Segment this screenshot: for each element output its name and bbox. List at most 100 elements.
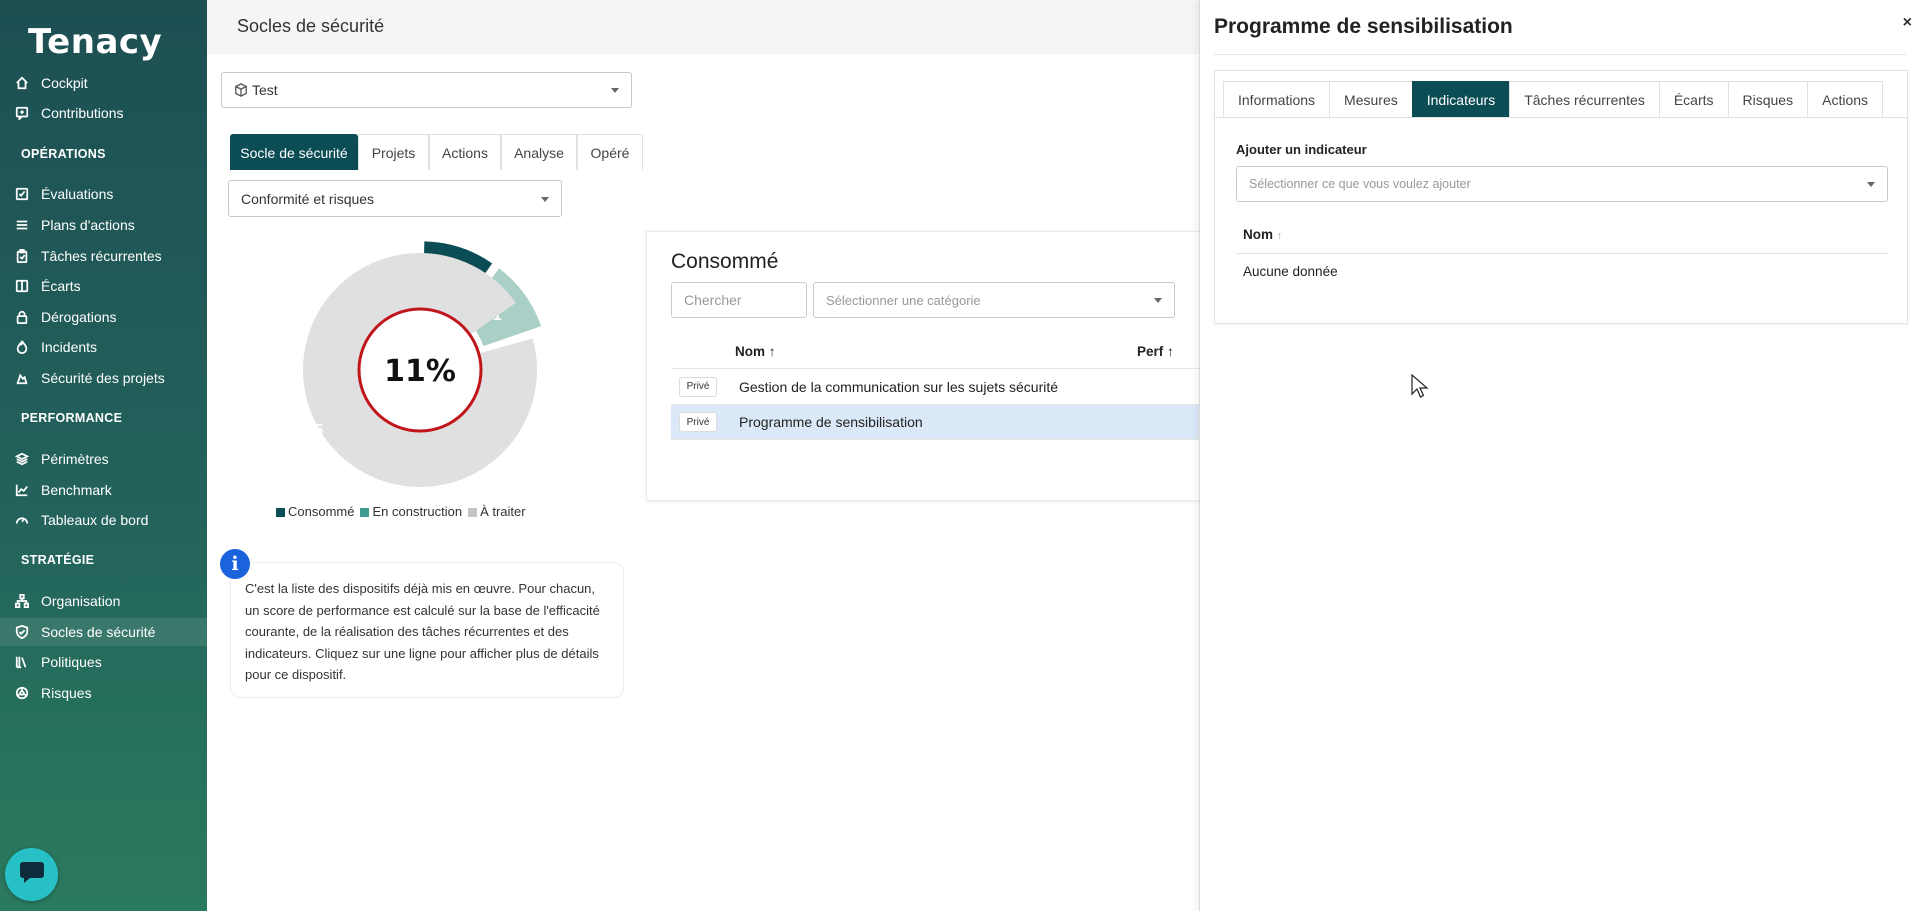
cube-icon [234,83,248,97]
chat-bubble-icon [18,859,46,890]
sidebar-item-label: Organisation [41,593,121,609]
chart-legend: Consommé En construction À traiter [276,504,526,519]
sidebar: Tenacy Cockpit Contributions OPÉRATIONS … [0,0,207,911]
sidebar-item-label: Périmètres [41,451,109,467]
legend-item-a-traiter: À traiter [468,504,526,519]
category-select[interactable]: Sélectionner une catégorie [813,282,1175,318]
tab-risques[interactable]: Risques [1727,81,1809,117]
sidebar-item-ecarts[interactable]: Écarts [0,272,207,300]
detail-panel: Programme de sensibilisation × Informati… [1199,0,1920,911]
risk-icon [14,685,30,701]
table-row[interactable]: Privé Programme de sensibilisation [671,404,1203,440]
tab-analyse[interactable]: Analyse [501,134,577,170]
legend-item-en-construction: En construction [360,504,462,519]
gap-icon [14,278,30,294]
data-label-a-traiter: 65 [306,422,324,439]
sidebar-item-label: Plans d'actions [41,217,135,233]
sidebar-item-label: Benchmark [41,482,112,498]
center-percentage: 11% [384,354,456,389]
section-operations: OPÉRATIONS [21,147,106,161]
sidebar-item-taches-recurrentes[interactable]: Tâches récurrentes [0,242,207,270]
divider [1214,54,1906,55]
view-select-value: Conformité et risques [241,190,375,207]
sidebar-item-label: Dérogations [41,309,117,325]
section-strategie: STRATÉGIE [21,553,95,567]
sidebar-item-evaluations[interactable]: Évaluations [0,180,207,208]
tab-projets[interactable]: Projets [358,134,429,170]
socle-select-value: Test [252,82,278,98]
sidebar-item-contributions[interactable]: Contributions [0,99,207,127]
sidebar-item-organisation[interactable]: Organisation [0,587,207,615]
consomme-card: Consommé Chercher Sélectionner une catég… [646,231,1203,501]
sidebar-item-derogations[interactable]: Dérogations [0,303,207,331]
tab-mesures[interactable]: Mesures [1329,81,1413,117]
clipboard-icon [14,248,30,264]
column-header-nom[interactable]: Nom ↑ [735,344,776,359]
sidebar-item-securite-projets[interactable]: Sécurité des projets [0,364,207,392]
sidebar-item-label: Incidents [41,339,98,355]
tab-opere[interactable]: Opéré [577,134,643,170]
divider [1215,117,1907,118]
mouse-cursor-icon [1411,374,1429,398]
row-name: Programme de sensibilisation [739,414,923,430]
divider [1236,253,1888,254]
page-title: Socles de sécurité [237,16,385,36]
sidebar-item-socles-securite[interactable]: Socles de sécurité [0,618,207,646]
sort-arrow-icon: ↑ [1276,230,1283,242]
tab-actions[interactable]: Actions [429,134,501,170]
sidebar-item-label: Cockpit [41,75,88,91]
tab-socle-securite[interactable]: Socle de sécurité [230,134,358,170]
sidebar-item-politiques[interactable]: Politiques [0,648,207,676]
section-performance: PERFORMANCE [21,411,123,425]
chevron-down-icon [541,196,549,202]
panel-tabs: Informations Mesures Indicateurs Tâches … [1223,81,1884,117]
check-square-icon [14,186,30,202]
top-bar: Socles de sécurité [207,0,1202,54]
sidebar-item-plans-actions[interactable]: Plans d'actions [0,211,207,239]
column-header-perf[interactable]: Perf ↑ [1137,344,1174,359]
fire-icon [14,339,30,355]
legend-item-consomme: Consommé [276,504,354,519]
close-icon[interactable]: × [1903,14,1912,32]
info-box: C'est la liste des dispositifs déjà mis … [230,562,624,698]
chevron-down-icon [1154,298,1162,303]
list-icon [14,217,30,233]
sidebar-item-cockpit[interactable]: Cockpit [0,69,207,97]
socle-select[interactable]: Test [221,72,632,108]
sidebar-item-benchmark[interactable]: Benchmark [0,476,207,504]
tab-taches-recurrentes[interactable]: Tâches récurrentes [1509,81,1660,117]
panel-title: Programme de sensibilisation [1214,15,1513,38]
search-input[interactable]: Chercher [671,282,807,318]
books-icon [14,654,30,670]
view-select[interactable]: Conformité et risques [228,180,562,217]
row-name: Gestion de la communication sur les suje… [739,378,1059,395]
tab-ecarts[interactable]: Écarts [1658,81,1729,117]
table-row[interactable]: Privé Gestion de la communication sur le… [671,368,1203,404]
home-icon [14,75,30,91]
sidebar-item-label: Risques [41,685,92,701]
tab-indicateurs[interactable]: Indicateurs [1411,81,1511,117]
chat-button[interactable] [5,848,58,901]
gauge-icon [14,512,30,528]
tab-actions[interactable]: Actions [1807,81,1884,117]
panel-content: Informations Mesures Indicateurs Tâches … [1214,70,1908,324]
tab-informations[interactable]: Informations [1223,81,1331,117]
tenacy-logo[interactable]: Tenacy [28,22,162,62]
chevron-down-icon [611,88,619,93]
add-indicator-placeholder: Sélectionner ce que vous voulez ajouter [1249,177,1471,191]
add-indicator-select[interactable]: Sélectionner ce que vous voulez ajouter [1236,166,1888,202]
sidebar-item-label: Tableaux de bord [41,512,149,528]
donut-chart: 216511% [302,241,542,487]
sidebar-item-label: Écarts [41,278,81,294]
sidebar-item-perimetres[interactable]: Périmètres [0,445,207,473]
column-header-nom[interactable]: Nom ↑ [1243,227,1282,242]
lock-icon [14,309,30,325]
sidebar-item-incidents[interactable]: Incidents [0,333,207,361]
sidebar-item-label: Évaluations [41,186,114,202]
sidebar-item-risques[interactable]: Risques [0,679,207,707]
sidebar-item-label: Sécurité des projets [41,370,165,386]
shield-check-icon [14,624,30,640]
info-icon: i [220,549,250,579]
sidebar-item-tableaux-bord[interactable]: Tableaux de bord [0,506,207,534]
chart-line-icon [14,482,30,498]
